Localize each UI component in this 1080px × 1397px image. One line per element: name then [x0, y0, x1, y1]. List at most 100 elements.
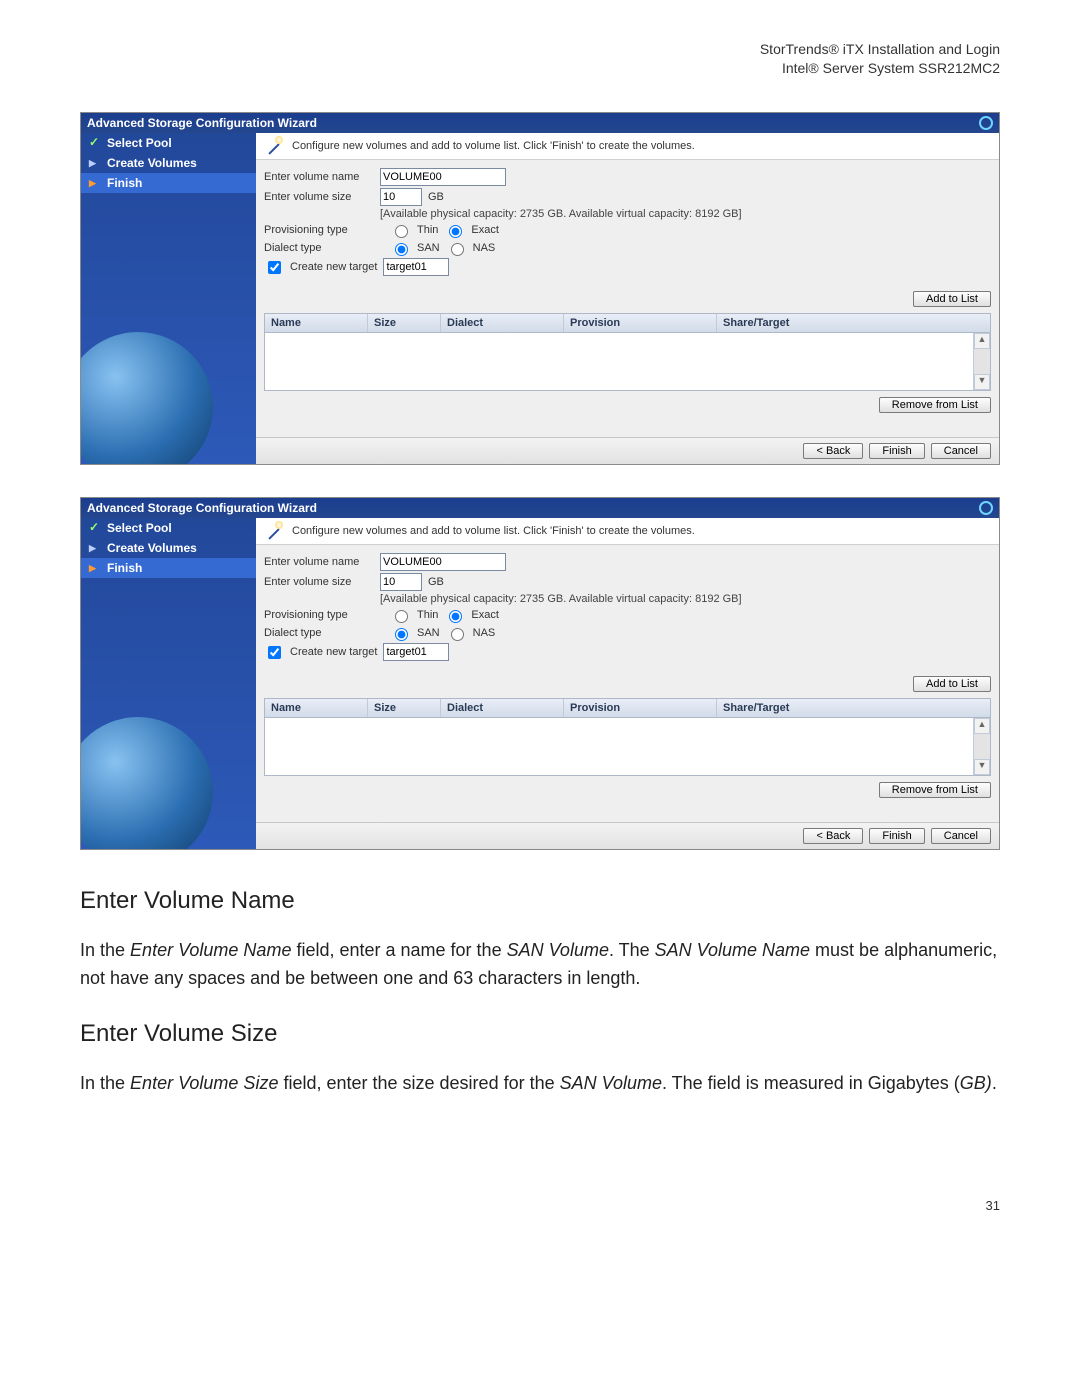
dialect-nas-radio[interactable]: [451, 243, 464, 256]
grid-rows-area: [265, 333, 973, 390]
grid-header-name: Name: [265, 699, 368, 717]
provisioning-thin-radio[interactable]: [395, 610, 408, 623]
wizard-sidebar: Select Pool Create Volumes Finish: [81, 133, 256, 464]
dialect-label: Dialect type: [264, 242, 374, 254]
check-icon: [89, 137, 101, 149]
dialect-nas-label: NAS: [473, 242, 496, 254]
wizard-main-panel: Configure new volumes and add to volume …: [256, 133, 999, 464]
back-button[interactable]: < Back: [803, 828, 863, 844]
scroll-up-icon[interactable]: ▲: [974, 718, 990, 734]
create-target-input[interactable]: [383, 643, 449, 661]
add-to-list-button[interactable]: Add to List: [913, 291, 991, 307]
wizard-title-text: Advanced Storage Configuration Wizard: [87, 116, 317, 130]
page-header: StorTrends® iTX Installation and Login I…: [80, 40, 1000, 78]
heading-enter-volume-size: Enter Volume Size: [80, 1015, 1000, 1052]
check-icon: [89, 522, 101, 534]
create-target-checkbox[interactable]: [268, 646, 281, 659]
grid-scrollbar[interactable]: ▲ ▼: [973, 718, 990, 775]
wand-icon: [264, 137, 282, 155]
sidebar-step-select-pool[interactable]: Select Pool: [81, 133, 256, 153]
create-target-label: Create new target: [290, 261, 377, 273]
remove-from-list-button[interactable]: Remove from List: [879, 397, 991, 413]
sidebar-step-label: Finish: [107, 176, 142, 190]
wizard-title-text: Advanced Storage Configuration Wizard: [87, 501, 317, 515]
grid-scrollbar[interactable]: ▲ ▼: [973, 333, 990, 390]
provisioning-exact-label: Exact: [471, 609, 499, 621]
provisioning-exact-label: Exact: [471, 224, 499, 236]
volume-size-unit: GB: [428, 576, 444, 588]
sidebar-step-finish[interactable]: Finish: [81, 558, 256, 578]
grid-header-share-target: Share/Target: [717, 699, 990, 717]
volume-list-grid[interactable]: Name Size Dialect Provision Share/Target…: [264, 698, 991, 776]
refresh-icon[interactable]: [979, 116, 993, 130]
grid-header-name: Name: [265, 314, 368, 332]
heading-enter-volume-name: Enter Volume Name: [80, 882, 1000, 919]
volume-name-label: Enter volume name: [264, 171, 374, 183]
grid-header-share-target: Share/Target: [717, 314, 990, 332]
arrow-icon: [89, 562, 101, 574]
volume-size-input[interactable]: [380, 573, 422, 591]
wizard-sidebar: Select Pool Create Volumes Finish: [81, 518, 256, 849]
create-target-checkbox[interactable]: [268, 261, 281, 274]
cancel-button[interactable]: Cancel: [931, 828, 991, 844]
provisioning-label: Provisioning type: [264, 609, 374, 621]
cancel-button[interactable]: Cancel: [931, 443, 991, 459]
sidebar-step-label: Select Pool: [107, 136, 172, 150]
add-to-list-button[interactable]: Add to List: [913, 676, 991, 692]
wizard-screenshot-1: Advanced Storage Configuration Wizard Se…: [80, 112, 1000, 465]
remove-from-list-button[interactable]: Remove from List: [879, 782, 991, 798]
instruction-text: Configure new volumes and add to volume …: [292, 525, 695, 537]
dialect-san-radio[interactable]: [395, 628, 408, 641]
refresh-icon[interactable]: [979, 501, 993, 515]
header-line-2: Intel® Server System SSR212MC2: [80, 59, 1000, 78]
back-button[interactable]: < Back: [803, 443, 863, 459]
capacity-note: [Available physical capacity: 2735 GB. A…: [380, 593, 991, 605]
sidebar-step-select-pool[interactable]: Select Pool: [81, 518, 256, 538]
grid-header-provision: Provision: [564, 314, 717, 332]
instruction-text: Configure new volumes and add to volume …: [292, 140, 695, 152]
arrow-icon: [89, 542, 101, 554]
grid-header-size: Size: [368, 699, 441, 717]
provisioning-thin-label: Thin: [417, 609, 438, 621]
dialect-label: Dialect type: [264, 627, 374, 639]
volume-name-label: Enter volume name: [264, 556, 374, 568]
provisioning-exact-radio[interactable]: [449, 225, 462, 238]
finish-button[interactable]: Finish: [869, 828, 924, 844]
grid-header-dialect: Dialect: [441, 314, 564, 332]
dialect-nas-radio[interactable]: [451, 628, 464, 641]
create-target-label: Create new target: [290, 646, 377, 658]
arrow-icon: [89, 177, 101, 189]
header-line-1: StorTrends® iTX Installation and Login: [80, 40, 1000, 59]
wizard-main-panel: Configure new volumes and add to volume …: [256, 518, 999, 849]
provisioning-thin-label: Thin: [417, 224, 438, 236]
globe-graphic: [81, 332, 213, 464]
provisioning-exact-radio[interactable]: [449, 610, 462, 623]
arrow-icon: [89, 157, 101, 169]
scroll-down-icon[interactable]: ▼: [974, 374, 990, 390]
volume-size-unit: GB: [428, 191, 444, 203]
volume-size-label: Enter volume size: [264, 191, 374, 203]
globe-graphic: [81, 717, 213, 849]
volume-list-grid[interactable]: Name Size Dialect Provision Share/Target…: [264, 313, 991, 391]
sidebar-step-finish[interactable]: Finish: [81, 173, 256, 193]
provisioning-thin-radio[interactable]: [395, 225, 408, 238]
wand-icon: [264, 522, 282, 540]
sidebar-step-create-volumes[interactable]: Create Volumes: [81, 153, 256, 173]
scroll-up-icon[interactable]: ▲: [974, 333, 990, 349]
grid-rows-area: [265, 718, 973, 775]
finish-button[interactable]: Finish: [869, 443, 924, 459]
sidebar-step-label: Finish: [107, 561, 142, 575]
sidebar-step-label: Select Pool: [107, 521, 172, 535]
volume-size-input[interactable]: [380, 188, 422, 206]
volume-name-input[interactable]: [380, 553, 506, 571]
dialect-san-label: SAN: [417, 242, 440, 254]
sidebar-step-create-volumes[interactable]: Create Volumes: [81, 538, 256, 558]
paragraph-volume-name: In the Enter Volume Name field, enter a …: [80, 937, 1000, 993]
page-number: 31: [80, 1198, 1000, 1213]
sidebar-step-label: Create Volumes: [107, 541, 197, 555]
capacity-note: [Available physical capacity: 2735 GB. A…: [380, 208, 991, 220]
scroll-down-icon[interactable]: ▼: [974, 759, 990, 775]
create-target-input[interactable]: [383, 258, 449, 276]
dialect-san-radio[interactable]: [395, 243, 408, 256]
volume-name-input[interactable]: [380, 168, 506, 186]
